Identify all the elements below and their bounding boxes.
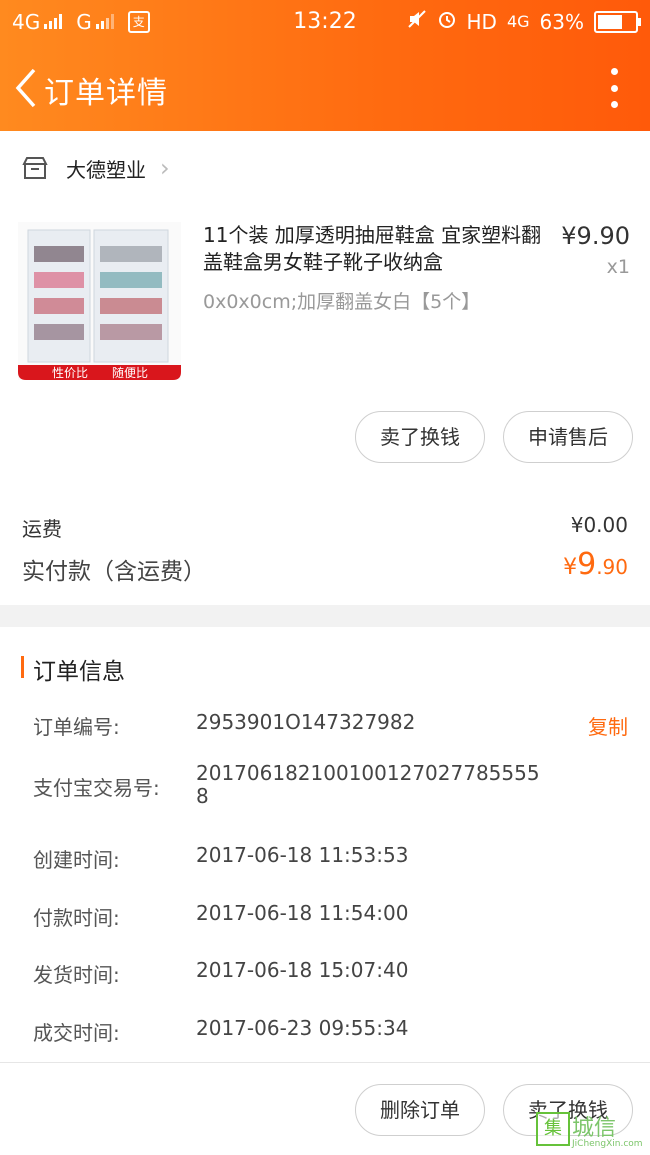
- alarm-icon: [437, 9, 457, 34]
- after-sale-button[interactable]: 申请售后: [503, 411, 633, 463]
- chevron-right-icon: ›: [160, 154, 170, 182]
- product-image[interactable]: 性价比 随便比: [18, 222, 181, 380]
- footer-divider: [0, 1062, 650, 1063]
- paid-amount: ¥9.90: [563, 547, 628, 582]
- back-arrow-icon: [15, 68, 36, 108]
- watermark-icon: 集: [536, 1112, 570, 1146]
- order-number-value: 2953901O147327982: [196, 710, 416, 734]
- completed-time-label: 成交时间:: [33, 1021, 120, 1045]
- battery-percent: 63%: [539, 9, 584, 34]
- watermark-logo: 集 城信 JiChengXin.com: [536, 1110, 644, 1152]
- status-right: HD 4G 63%: [407, 9, 641, 34]
- completed-time-value: 2017-06-23 09:55:34: [196, 1016, 409, 1040]
- svg-text:性价比: 性价比: [52, 366, 88, 380]
- watermark-text: 城信: [572, 1116, 617, 1141]
- shop-name: 大德塑业: [66, 157, 146, 182]
- store-icon: [22, 157, 48, 179]
- mute-icon: [407, 9, 427, 34]
- shipping-label: 运费: [22, 517, 62, 541]
- title-bar: 订单详情: [0, 60, 650, 120]
- created-time-value: 2017-06-18 11:53:53: [196, 843, 409, 867]
- battery-icon: [594, 10, 641, 33]
- product-price: ¥9.90: [561, 222, 630, 250]
- alipay-trade-label: 支付宝交易号:: [33, 776, 160, 800]
- delete-order-button[interactable]: 删除订单: [355, 1084, 485, 1136]
- watermark-url: JiChengXin.com: [572, 1139, 643, 1149]
- order-number-label: 订单编号:: [33, 715, 120, 739]
- paid-decimal: .90: [596, 555, 628, 579]
- paid-currency: ¥: [563, 555, 578, 580]
- shipped-time-value: 2017-06-18 15:07:40: [196, 958, 409, 982]
- product-title[interactable]: 11个装 加厚透明抽屉鞋盒 宜家塑料翻盖鞋盒男女鞋子靴子收纳盒: [203, 222, 553, 276]
- paid-time-value: 2017-06-18 11:54:00: [196, 901, 409, 925]
- order-info-title: 订单信息: [33, 659, 125, 685]
- shoebox-image: 性价比 随便比: [18, 229, 181, 380]
- back-button[interactable]: [12, 66, 42, 110]
- app-header: 4G G 支 13:22 HD 4G 63% 订单详情: [0, 0, 650, 131]
- copy-button[interactable]: 复制: [588, 711, 628, 740]
- svg-text:随便比: 随便比: [112, 365, 148, 380]
- paid-integer: 9: [577, 547, 597, 582]
- section-divider: [0, 605, 650, 627]
- status-bar: 4G G 支 13:22 HD 4G 63%: [0, 0, 650, 44]
- paid-label: 实付款（含运费）: [22, 559, 206, 585]
- product-spec: 0x0x0cm;加厚翻盖女白【5个】: [203, 291, 481, 313]
- sell-for-cash-button[interactable]: 卖了换钱: [355, 411, 485, 463]
- product-quantity: x1: [606, 256, 630, 278]
- hd-label: HD: [466, 9, 497, 34]
- created-time-label: 创建时间:: [33, 848, 120, 872]
- page-title: 订单详情: [44, 76, 168, 111]
- alipay-trade-value: 201706182100100127027785555 8: [196, 761, 540, 808]
- more-menu-icon[interactable]: [608, 68, 620, 108]
- shop-link[interactable]: 大德塑业 ›: [22, 150, 170, 186]
- shipped-time-label: 发货时间:: [33, 963, 120, 987]
- shipping-value: ¥0.00: [570, 513, 628, 537]
- network-label-3: 4G: [506, 12, 530, 31]
- section-accent-bar: [21, 656, 24, 678]
- paid-time-label: 付款时间:: [33, 906, 120, 930]
